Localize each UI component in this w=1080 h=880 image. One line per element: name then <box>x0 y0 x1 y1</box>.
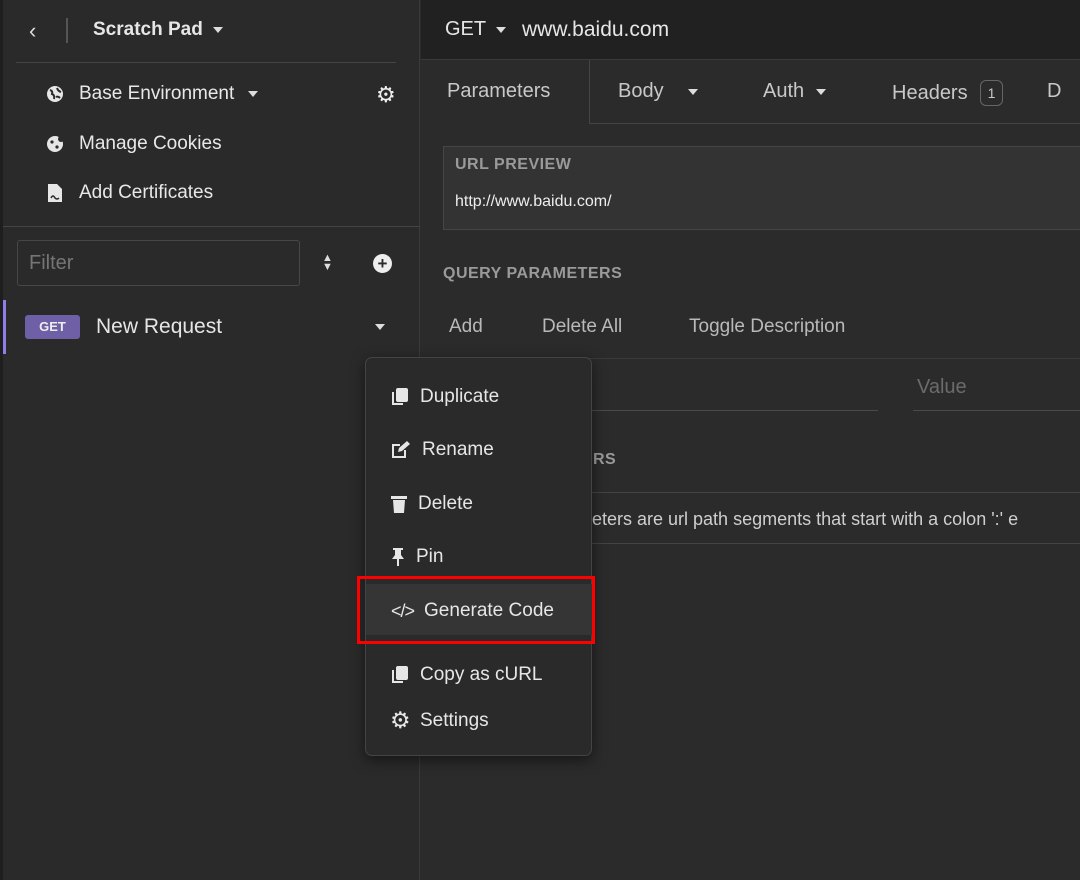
chevron-down-icon <box>248 91 259 97</box>
menu-item-rename[interactable]: Rename <box>390 439 494 461</box>
url-preview-label: URL PREVIEW <box>455 156 572 173</box>
edit-icon <box>392 441 410 458</box>
request-name: New Request <box>96 315 223 338</box>
url-preview-box: URL PREVIEW http://www.baidu.com/ <box>443 146 1080 230</box>
menu-item-copy-as-curl[interactable]: Copy as cURL <box>390 664 543 686</box>
tab-auth[interactable]: Auth <box>763 80 827 103</box>
tab-parameters[interactable]: Parameters <box>447 80 550 103</box>
headers-count-badge: 1 <box>979 80 1004 106</box>
menu-item-generate-code[interactable]: </> Generate Code <box>357 576 595 644</box>
sort-icon[interactable]: ▲ ▼ <box>322 253 333 273</box>
value-field-underline <box>913 410 1080 411</box>
add-request-plus-icon[interactable]: + <box>373 254 392 273</box>
menu-item-delete[interactable]: Delete <box>390 493 473 515</box>
method-badge: GET <box>25 315 80 339</box>
globe-icon <box>45 84 65 104</box>
name-field-underline <box>571 410 878 411</box>
manage-cookies-button[interactable]: Manage Cookies <box>45 133 222 155</box>
certificate-file-icon <box>45 183 65 203</box>
value-input[interactable]: Value <box>917 376 967 399</box>
request-context-menu: Duplicate Rename Delete Pin Copy as cURL… <box>365 357 592 756</box>
toggle-description-button[interactable]: Toggle Description <box>689 316 845 338</box>
copy-icon <box>392 666 408 683</box>
chevron-down-icon <box>687 88 698 95</box>
tab-bar-border <box>589 123 1080 124</box>
chevron-down-icon <box>496 26 507 33</box>
chevron-down-icon <box>212 27 223 33</box>
trash-icon <box>391 496 407 513</box>
cookie-icon <box>45 134 65 154</box>
duplicate-icon <box>392 388 408 405</box>
code-icon: </> <box>391 600 415 621</box>
back-button[interactable]: ‹ <box>29 18 36 44</box>
active-indicator <box>3 300 6 354</box>
gear-icon: ⚙ <box>390 707 411 733</box>
add-parameter-button[interactable]: Add <box>449 316 483 338</box>
environment-dropdown[interactable]: Base Environment <box>45 83 259 105</box>
divider <box>16 62 396 63</box>
workspace-name: Scratch Pad <box>93 19 203 40</box>
request-dropdown-chevron-icon[interactable] <box>375 324 385 330</box>
pin-icon <box>392 548 404 566</box>
tab-docs[interactable]: D <box>1047 80 1061 103</box>
delete-all-button[interactable]: Delete All <box>542 316 622 338</box>
tab-parameters-border <box>589 60 590 124</box>
menu-item-pin[interactable]: Pin <box>390 546 443 568</box>
url-input[interactable]: www.baidu.com <box>522 18 669 42</box>
menu-item-settings[interactable]: ⚙ Settings <box>390 707 489 734</box>
url-preview-value: http://www.baidu.com/ <box>455 193 612 210</box>
request-url-bar: GET www.baidu.com <box>421 0 1080 60</box>
request-item[interactable]: GET New Request <box>3 300 420 354</box>
add-certificates-button[interactable]: Add Certificates <box>45 182 213 204</box>
method-dropdown[interactable]: GET <box>445 18 507 41</box>
sidebar: ‹ Scratch Pad Base Environment ⚙ Manage … <box>0 0 420 880</box>
menu-item-duplicate[interactable]: Duplicate <box>390 386 499 408</box>
path-parameters-label: RS <box>593 451 617 468</box>
divider <box>3 226 420 227</box>
path-parameters-hint: eters are url path segments that start w… <box>571 492 1080 544</box>
chevron-down-icon <box>816 88 827 95</box>
tab-headers[interactable]: Headers 1 <box>892 80 1004 106</box>
filter-input[interactable] <box>17 240 300 286</box>
query-parameters-label: QUERY PARAMETERS <box>443 265 623 282</box>
workspace-dropdown[interactable]: Scratch Pad <box>93 19 223 41</box>
environment-settings-gear-icon[interactable]: ⚙ <box>376 82 396 108</box>
tab-body[interactable]: Body <box>618 80 698 103</box>
divider <box>66 18 68 43</box>
